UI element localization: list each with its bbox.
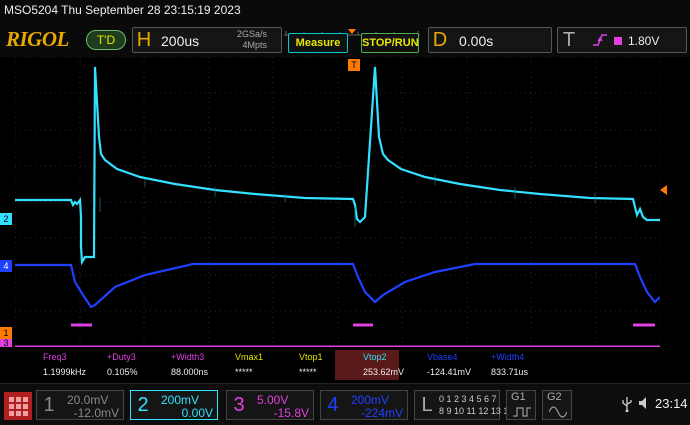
memory-depth: 4Mpts: [242, 40, 267, 50]
channel-4-box[interactable]: 4 200mV -224mV: [320, 390, 408, 420]
logic-analyzer-box[interactable]: L 0 1 2 3 4 5 6 7 8 9 10 11 12 13 14 15: [414, 390, 526, 420]
channel-scale: 200mV: [351, 393, 390, 407]
measurement-value: *****: [235, 367, 253, 377]
horizontal-timebase-box[interactable]: H 200us 2GSa/s 4Mpts: [132, 27, 282, 53]
rising-edge-icon: [592, 32, 608, 53]
ch3-marker[interactable]: 3: [0, 339, 12, 348]
delay-value: 0.00s: [459, 33, 494, 49]
measurement-value: 88.000ns: [171, 367, 209, 377]
measurement-label: +Duty3: [107, 352, 136, 362]
channel-scale: 20.0mV: [67, 393, 109, 407]
delay-box[interactable]: D 0.00s: [428, 27, 552, 53]
channel-scale: 5.00V: [257, 393, 289, 407]
generator-1-label: G1: [511, 391, 526, 403]
measurement-item[interactable]: +Width3 88.000ns: [143, 350, 209, 380]
generator-2-box[interactable]: G2: [542, 390, 572, 420]
measurement-label: +Width3: [171, 352, 205, 362]
channel-number: 4: [327, 394, 339, 416]
measurement-label: Vtop1: [299, 352, 323, 362]
square-wave-icon: [513, 405, 531, 423]
measurement-item[interactable]: Freq3 1.1999kHz: [15, 350, 86, 380]
brand-logo: RIGOL: [6, 27, 69, 51]
trigger-position-marker[interactable]: T: [348, 59, 360, 71]
measurement-label: +Width4: [491, 352, 525, 362]
measurement-item[interactable]: +Width4 833.71us: [463, 350, 529, 380]
bottom-channel-bar: 1 20.0mV -12.0mV 2 200mV 0.00V 3 5.00V -15.8V 4 20…: [0, 383, 690, 425]
measurement-item[interactable]: Vbase4 -124.41mV: [399, 350, 471, 380]
measurement-value: 253.62mV: [363, 367, 405, 377]
measurement-label: Vtop2: [363, 352, 387, 362]
trigger-level-arrow: [660, 185, 667, 195]
measurement-item[interactable]: Vtop2 253.62mV: [335, 350, 404, 380]
clock: 23:14: [655, 396, 688, 411]
measurement-label: Vbase4: [427, 352, 458, 362]
home-menu-icon[interactable]: [4, 392, 32, 420]
measurement-value: 0.105%: [107, 367, 138, 377]
ch3-waveform: [15, 323, 660, 349]
ch4-waveform: [15, 262, 661, 309]
generator-1-box[interactable]: G1: [506, 390, 536, 420]
channel-number: 1: [43, 394, 55, 416]
waveform-display[interactable]: 2 4 1 3 T: [0, 56, 667, 349]
measurement-value: *****: [299, 367, 317, 377]
channel-offset: -15.8V: [273, 406, 309, 420]
graticule: [14, 56, 661, 348]
stop-run-button[interactable]: STOP/RUN: [361, 33, 419, 53]
measurement-label: Vmax1: [235, 352, 264, 362]
usb-icon: [620, 396, 634, 417]
measurement-value: 833.71us: [491, 367, 529, 377]
trigger-label: T: [562, 29, 576, 51]
channel-1-box[interactable]: 1 20.0mV -12.0mV: [36, 390, 124, 420]
trigger-position-scale: [284, 24, 420, 36]
channel-scale: 200mV: [161, 393, 200, 407]
channel-offset: 0.00V: [181, 406, 213, 420]
device-caption: MSO5204 Thu September 28 23:15:19 2023: [4, 3, 241, 17]
measurement-item[interactable]: Vtop1 *****: [271, 350, 335, 380]
trigger-level: 1.80V: [628, 34, 660, 48]
channel-offset: -12.0mV: [73, 406, 119, 420]
top-status-bar: MSO5204 Thu September 28 23:15:19 2023 R…: [0, 0, 690, 57]
measurement-item[interactable]: Vmax1 *****: [207, 350, 271, 380]
channel-offset: -224mV: [360, 406, 403, 420]
measurement-bar: Freq3 1.1999kHz +Duty3 0.105% +Width3 88.000n…: [15, 350, 585, 380]
logic-label: L: [421, 394, 433, 416]
measure-button[interactable]: Measure: [288, 33, 348, 53]
measurement-label: Freq3: [43, 352, 67, 362]
trigger-status-badge: T'D: [86, 30, 126, 50]
generator-2-label: G2: [547, 391, 562, 403]
channel-number: 2: [137, 394, 149, 416]
logic-channels-row1: 0 1 2 3 4 5 6 7: [439, 394, 497, 404]
channel-2-box[interactable]: 2 200mV 0.00V: [130, 390, 218, 420]
horizontal-label: H: [136, 29, 152, 51]
channel-number: 3: [233, 394, 245, 416]
measurement-item[interactable]: +Duty3 0.105%: [79, 350, 143, 380]
speaker-icon[interactable]: [638, 396, 652, 415]
ch4-marker[interactable]: 4: [0, 260, 12, 272]
ch2-marker[interactable]: 2: [0, 213, 12, 225]
trigger-source-indicator: [614, 37, 622, 45]
timebase-value: 200us: [161, 33, 200, 49]
trigger-box[interactable]: T 1.80V: [557, 27, 687, 53]
sine-wave-icon: [548, 405, 568, 423]
sample-rate: 2GSa/s: [236, 29, 267, 39]
channel-3-box[interactable]: 3 5.00V -15.8V: [226, 390, 314, 420]
delay-label: D: [432, 29, 448, 51]
